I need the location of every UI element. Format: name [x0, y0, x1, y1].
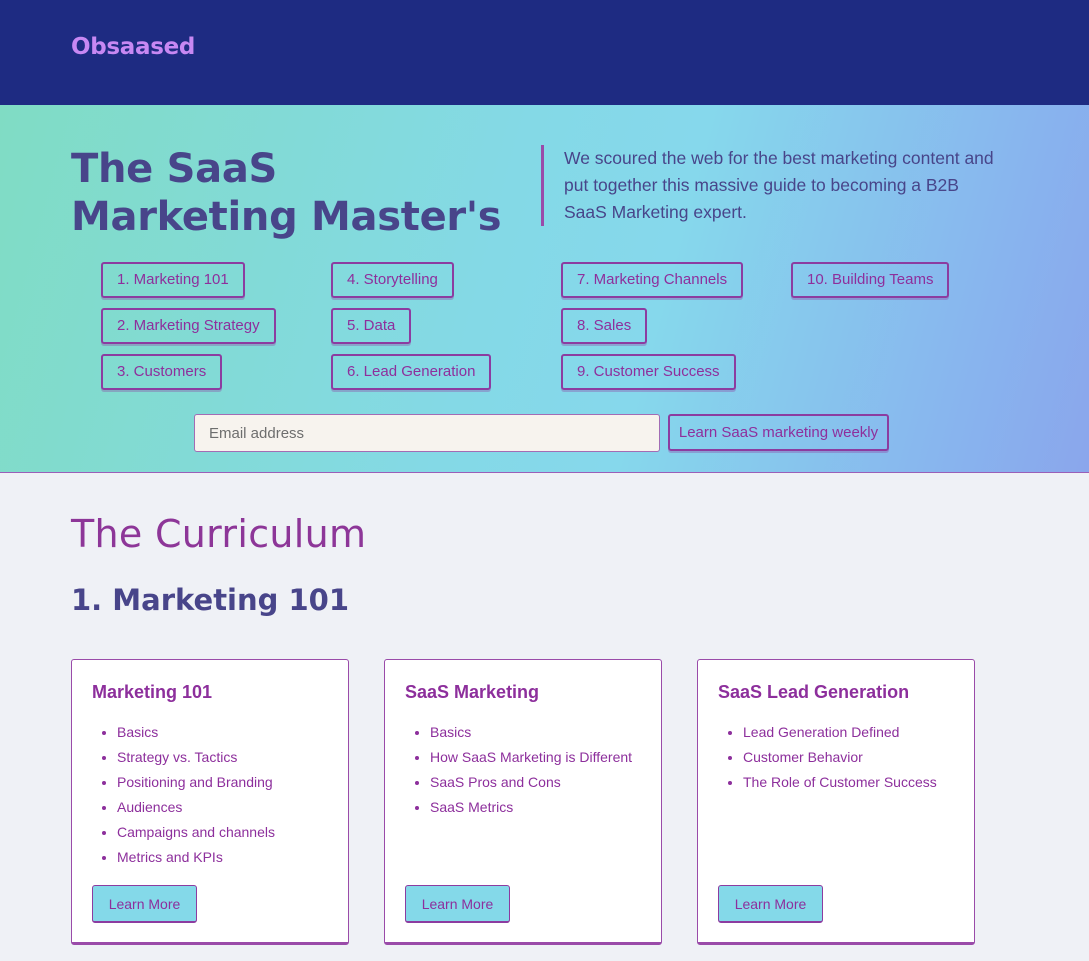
top-nav-bar: Obsaased	[0, 0, 1089, 105]
card-title: Marketing 101	[92, 682, 213, 702]
chapter-link-marketing-channels[interactable]: 7. Marketing Channels	[561, 262, 744, 298]
card-topic-list: Basics Strategy vs. Tactics Positioning …	[117, 720, 275, 870]
list-item: SaaS Metrics	[430, 795, 632, 820]
chapter-link-marketing-strategy[interactable]: 2. Marketing Strategy	[101, 308, 276, 344]
list-item: Metrics and KPIs	[117, 845, 275, 870]
list-item: The Role of Customer Success	[743, 770, 937, 795]
list-item: SaaS Pros and Cons	[430, 770, 632, 795]
hero-section: The SaaS Marketing Master's We scoured t…	[0, 105, 1089, 473]
section-heading: 1. Marketing 101	[71, 583, 350, 617]
list-item: Basics	[430, 720, 632, 745]
list-item: How SaaS Marketing is Different	[430, 745, 632, 770]
list-item: Customer Behavior	[743, 745, 937, 770]
list-item: Basics	[117, 720, 275, 745]
course-card-saas-lead-generation: SaaS Lead Generation Lead Generation Def…	[697, 659, 975, 945]
subscribe-button[interactable]: Learn SaaS marketing weekly	[668, 414, 889, 451]
list-item: Campaigns and channels	[117, 820, 275, 845]
card-title: SaaS Marketing	[405, 682, 540, 702]
list-item: Strategy vs. Tactics	[117, 745, 275, 770]
hero-title: The SaaS Marketing Master's	[71, 146, 502, 240]
hero-description: We scoured the web for the best marketin…	[541, 145, 1001, 226]
list-item: Lead Generation Defined	[743, 720, 937, 745]
curriculum-heading: The Curriculum	[71, 512, 367, 556]
chapter-link-building-teams[interactable]: 10. Building Teams	[791, 262, 950, 298]
list-item: Audiences	[117, 795, 275, 820]
card-topic-list: Lead Generation Defined Customer Behavio…	[743, 720, 937, 795]
course-card-saas-marketing: SaaS Marketing Basics How SaaS Marketing…	[384, 659, 662, 945]
card-title: SaaS Lead Generation	[718, 682, 910, 702]
card-topic-list: Basics How SaaS Marketing is Different S…	[430, 720, 632, 820]
course-card-marketing-101: Marketing 101 Basics Strategy vs. Tactic…	[71, 659, 349, 945]
chapter-link-marketing-101[interactable]: 1. Marketing 101	[101, 262, 245, 298]
chapter-link-data[interactable]: 5. Data	[331, 308, 412, 344]
chapter-link-storytelling[interactable]: 4. Storytelling	[331, 262, 454, 298]
learn-more-button[interactable]: Learn More	[405, 885, 510, 923]
chapter-link-customer-success[interactable]: 9. Customer Success	[561, 354, 736, 390]
email-input[interactable]	[194, 414, 660, 452]
brand-logo[interactable]: Obsaased	[71, 34, 195, 60]
chapter-link-lead-generation[interactable]: 6. Lead Generation	[331, 354, 492, 390]
chapter-link-customers[interactable]: 3. Customers	[101, 354, 223, 390]
learn-more-button[interactable]: Learn More	[718, 885, 823, 923]
learn-more-button[interactable]: Learn More	[92, 885, 197, 923]
chapter-link-sales[interactable]: 8. Sales	[561, 308, 648, 344]
list-item: Positioning and Branding	[117, 770, 275, 795]
